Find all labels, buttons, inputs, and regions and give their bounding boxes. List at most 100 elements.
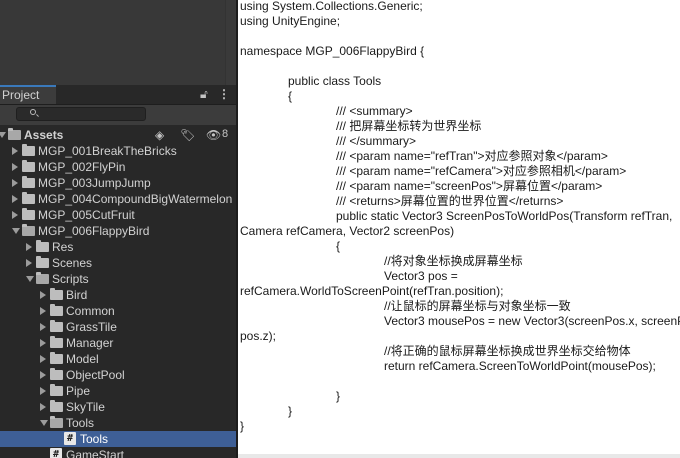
code-editor-scrollbar[interactable]: [238, 454, 680, 458]
tree-item-script[interactable]: # GameStart: [0, 447, 236, 458]
csharp-script-icon: #: [64, 432, 76, 445]
tree-item-folder[interactable]: Tools: [0, 415, 236, 431]
code-line: Vector3 pos =: [384, 269, 458, 283]
tree-item-label: Scripts: [52, 272, 89, 286]
tree-item-label: MGP_006FlappyBird: [38, 224, 150, 238]
project-tab-bar: Project 🔓︎ ⋮: [0, 85, 236, 105]
code-line: return refCamera.ScreenToWorldPoint(mous…: [384, 359, 656, 373]
folder-icon: [22, 144, 35, 156]
code-editor[interactable]: using System.Collections.Generic; using U…: [238, 0, 680, 458]
tree-item-label: MGP_004CompoundBigWatermelon: [38, 192, 233, 206]
collapsed-arrow-icon[interactable]: [40, 371, 46, 379]
tree-item-script[interactable]: # Tools: [0, 431, 236, 447]
tree-item-label: Scenes: [52, 256, 93, 270]
collapsed-arrow-icon[interactable]: [40, 307, 46, 315]
code-line: /// <returns>屏幕位置的世界位置</returns>: [336, 194, 564, 208]
code-line: /// <param name="refCamera">对应参照相机</para…: [336, 164, 627, 178]
collapsed-arrow-icon[interactable]: [12, 179, 18, 187]
collapsed-arrow-icon[interactable]: [40, 355, 46, 363]
more-options-icon[interactable]: ⋮: [218, 87, 230, 101]
collapsed-arrow-icon[interactable]: [26, 243, 32, 251]
tree-item-folder[interactable]: Scenes: [0, 255, 236, 271]
collapsed-arrow-icon[interactable]: [12, 211, 18, 219]
tree-item-folder[interactable]: Res: [0, 239, 236, 255]
tree-item-label: SkyTile: [66, 400, 105, 414]
tree-item-folder[interactable]: Bird: [0, 287, 236, 303]
folder-icon: [50, 352, 63, 364]
tree-item-folder[interactable]: SkyTile: [0, 399, 236, 415]
tree-item-folder[interactable]: Common: [0, 303, 236, 319]
tree-item-label: MGP_003JumpJump: [38, 176, 151, 190]
expanded-arrow-icon[interactable]: [40, 420, 48, 426]
code-line: /// 把屏幕坐标转为世界坐标: [336, 119, 482, 133]
code-line: namespace MGP_006FlappyBird {: [240, 44, 425, 58]
tree-item-folder[interactable]: Scripts: [0, 271, 236, 287]
collapsed-arrow-icon[interactable]: [40, 323, 46, 331]
code-line: /// <summary>: [336, 104, 413, 118]
tree-item-folder[interactable]: Pipe: [0, 383, 236, 399]
tree-item-label: MGP_001BreakTheBricks: [38, 144, 177, 158]
tree-item-folder[interactable]: MGP_006FlappyBird: [0, 223, 236, 239]
folder-icon: [22, 208, 35, 220]
collapsed-arrow-icon[interactable]: [40, 387, 46, 395]
tree-item-folder[interactable]: MGP_003JumpJump: [0, 175, 236, 191]
folder-icon: [50, 400, 63, 412]
tab-project[interactable]: Project: [0, 85, 56, 104]
tree-item-folder[interactable]: MGP_002FlyPin: [0, 159, 236, 175]
tree-item-folder[interactable]: MGP_004CompoundBigWatermelon: [0, 191, 236, 207]
tree-item-folder[interactable]: MGP_001BreakTheBricks: [0, 143, 236, 159]
code-line: //将正确的鼠标屏幕坐标换成世界坐标交给物体: [384, 344, 631, 358]
tree-item-folder[interactable]: ObjectPool: [0, 367, 236, 383]
folder-icon: [36, 240, 49, 252]
code-line: {: [288, 89, 293, 103]
tree-item-label: GrassTile: [66, 320, 117, 334]
expanded-arrow-icon[interactable]: [0, 132, 6, 138]
tree-item-folder[interactable]: MGP_005CutFruit: [0, 207, 236, 223]
csharp-script-icon: #: [50, 448, 62, 458]
tree-item-folder[interactable]: Assets: [0, 127, 236, 143]
collapsed-arrow-icon[interactable]: [26, 259, 32, 267]
collapsed-arrow-icon[interactable]: [12, 195, 18, 203]
folder-icon: [8, 128, 21, 140]
tree-item-folder[interactable]: Model: [0, 351, 236, 367]
code-line: }: [240, 419, 245, 433]
tree-item-label: Pipe: [66, 384, 91, 398]
folder-icon: [36, 272, 49, 284]
collapsed-arrow-icon[interactable]: [12, 163, 18, 171]
lock-icon[interactable]: 🔓︎: [200, 87, 208, 101]
scene-panel-scrollbar[interactable]: [225, 0, 236, 85]
project-panel: Project 🔓︎ ⋮ ◈ 🏷︎ 👁︎ 8 Assets MGP_001Brea…: [0, 85, 236, 458]
tree-item-label: MGP_005CutFruit: [38, 208, 135, 222]
tree-item-folder[interactable]: GrassTile: [0, 319, 236, 335]
code-line: using System.Collections.Generic;: [240, 0, 423, 13]
code-line: using UnityEngine;: [240, 14, 341, 28]
code-line: /// <param name="refTran">对应参照对象</param>: [336, 149, 608, 163]
folder-icon: [50, 416, 63, 428]
code-line: public class Tools: [288, 74, 382, 88]
folder-icon: [22, 192, 35, 204]
folder-icon: [22, 176, 35, 188]
code-line: public static Vector3 ScreenPosToWorldPo…: [336, 209, 673, 223]
scene-panel: [0, 0, 236, 85]
tree-item-label: MGP_002FlyPin: [38, 160, 126, 174]
code-line: Vector3 mousePos = new Vector3(screenPos…: [384, 314, 680, 328]
tree-item-label: Common: [66, 304, 115, 318]
folder-icon: [50, 288, 63, 300]
project-toolbar: ◈ 🏷︎ 👁︎ 8: [0, 105, 236, 142]
folder-icon: [50, 304, 63, 316]
collapsed-arrow-icon[interactable]: [40, 291, 46, 299]
tree-item-label: GameStart: [66, 448, 125, 458]
expanded-arrow-icon[interactable]: [12, 228, 20, 234]
collapsed-arrow-icon[interactable]: [40, 403, 46, 411]
tree-item-label: ObjectPool: [66, 368, 125, 382]
code-line: /// <param name="screenPos">屏幕位置</param>: [336, 179, 603, 193]
tree-item-label: Tools: [80, 432, 109, 446]
search-input[interactable]: [16, 107, 146, 121]
collapsed-arrow-icon[interactable]: [12, 147, 18, 155]
collapsed-arrow-icon[interactable]: [40, 339, 46, 347]
tree-item-folder[interactable]: Manager: [0, 335, 236, 351]
folder-icon: [50, 320, 63, 332]
folder-icon: [22, 224, 35, 236]
expanded-arrow-icon[interactable]: [26, 276, 34, 282]
code-line: }: [336, 389, 341, 403]
